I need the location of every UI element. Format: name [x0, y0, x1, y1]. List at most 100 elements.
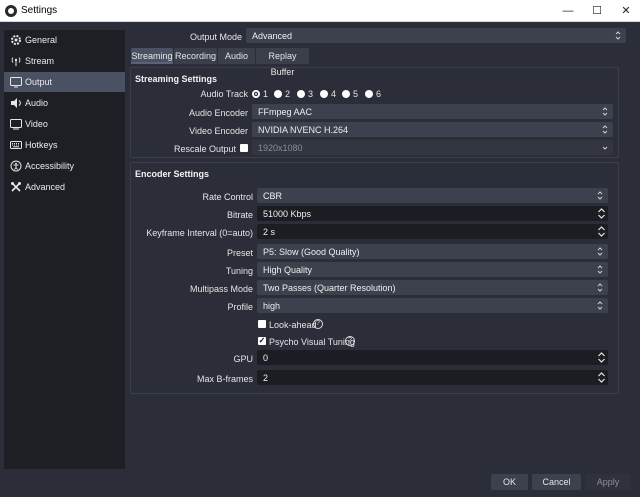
- profile-select[interactable]: high: [257, 298, 608, 313]
- tuning-label: Tuning: [225, 266, 253, 276]
- tab-streaming[interactable]: Streaming: [131, 48, 173, 64]
- close-button[interactable]: ✕: [618, 3, 634, 19]
- spin-arrows-icon[interactable]: [597, 350, 606, 365]
- output-mode-value: Advanced: [252, 31, 293, 41]
- settings-sidebar: General Stream Output Audio Video Hotkey…: [4, 30, 125, 469]
- gpu-label: GPU: [233, 354, 253, 364]
- sidebar-item-hotkeys[interactable]: Hotkeys: [4, 135, 125, 155]
- tab-replay-buffer[interactable]: Replay Buffer: [256, 48, 309, 77]
- updown-arrow-icon: [597, 191, 603, 200]
- video-monitor-icon: [10, 119, 22, 130]
- psycho-visual-tuning-label: Psycho Visual Tuning: [269, 337, 355, 347]
- audio-track-radio-4[interactable]: [320, 90, 328, 98]
- help-icon[interactable]: ?: [313, 319, 323, 329]
- audio-track-option: 1: [263, 89, 269, 99]
- sidebar-item-general[interactable]: General: [4, 30, 125, 50]
- bitrate-value: 51000 Kbps: [263, 209, 312, 219]
- audio-encoder-value: FFmpeg AAC: [258, 107, 313, 117]
- sidebar-item-video[interactable]: Video: [4, 114, 125, 134]
- look-ahead-label: Look-ahead: [269, 320, 317, 330]
- video-encoder-select[interactable]: NVIDIA NVENC H.264: [252, 122, 613, 137]
- output-mode-label: Output Mode: [189, 32, 242, 42]
- audio-encoder-select[interactable]: FFmpeg AAC: [252, 104, 613, 119]
- maximize-button[interactable]: ☐: [589, 3, 605, 19]
- preset-label: Preset: [226, 248, 253, 258]
- sidebar-item-label: Video: [25, 119, 48, 129]
- audio-track-option: 6: [376, 89, 382, 99]
- audio-track-option: 5: [353, 89, 359, 99]
- rescale-resolution-select[interactable]: 1920x1080: [252, 140, 613, 155]
- rescale-output-label: Rescale Output: [173, 144, 236, 154]
- updown-arrow-icon: [597, 265, 603, 274]
- updown-arrow-icon: [597, 283, 603, 292]
- sidebar-item-stream[interactable]: Stream: [4, 51, 125, 71]
- audio-track-option: 4: [331, 89, 337, 99]
- sidebar-item-accessibility[interactable]: Accessibility: [4, 156, 125, 176]
- chevron-down-icon: [602, 146, 608, 150]
- wrench-icon: [11, 182, 21, 192]
- window-title: Settings: [21, 5, 58, 16]
- audio-track-radio-1[interactable]: [252, 90, 260, 98]
- updown-arrow-icon: [597, 247, 603, 256]
- monitor-output-icon: [10, 77, 22, 88]
- profile-label: Profile: [227, 302, 253, 312]
- keyboard-icon: [10, 141, 22, 149]
- streaming-settings-title: Streaming Settings: [135, 74, 218, 84]
- preset-value: P5: Slow (Good Quality): [263, 247, 360, 257]
- bitrate-spinbox[interactable]: 51000 Kbps: [257, 206, 608, 221]
- audio-track-radio-3[interactable]: [297, 90, 305, 98]
- apply-button[interactable]: Apply: [585, 474, 631, 490]
- audio-track-option: 3: [308, 89, 314, 99]
- spin-arrows-icon[interactable]: [597, 370, 606, 385]
- minimize-button[interactable]: —: [560, 3, 576, 19]
- tuning-select[interactable]: High Quality: [257, 262, 608, 277]
- max-b-frames-spinbox[interactable]: 2: [257, 370, 608, 385]
- keyframe-interval-label: Keyframe Interval (0=auto): [146, 228, 253, 238]
- preset-select[interactable]: P5: Slow (Good Quality): [257, 244, 608, 259]
- tab-recording[interactable]: Recording: [174, 48, 217, 64]
- audio-track-radio-6[interactable]: [365, 90, 373, 98]
- obs-logo-icon: [5, 5, 17, 17]
- rate-control-select[interactable]: CBR: [257, 188, 608, 203]
- sidebar-item-label: Audio: [25, 98, 49, 108]
- sidebar-item-label: Hotkeys: [25, 140, 58, 150]
- output-mode-select[interactable]: Advanced: [246, 28, 626, 43]
- gpu-spinbox[interactable]: 0: [257, 350, 608, 365]
- profile-value: high: [263, 301, 281, 311]
- updown-arrow-icon: [602, 125, 608, 134]
- audio-track-radio-2[interactable]: [274, 90, 282, 98]
- look-ahead-checkbox[interactable]: [258, 320, 266, 328]
- updown-arrow-icon: [602, 107, 608, 116]
- sidebar-item-label: Advanced: [25, 182, 66, 192]
- title-bar: Settings — ☐ ✕: [0, 0, 640, 22]
- keyframe-interval-value: 2 s: [263, 227, 276, 237]
- rescale-resolution-value: 1920x1080: [258, 143, 303, 153]
- audio-track-option: 2: [285, 89, 291, 99]
- psycho-visual-tuning-checkbox[interactable]: ✓: [258, 337, 266, 345]
- accessibility-icon: [10, 160, 22, 172]
- audio-track-radio-5[interactable]: [342, 90, 350, 98]
- sidebar-item-label: Output: [25, 77, 53, 87]
- sidebar-item-label: Stream: [25, 56, 55, 66]
- max-b-frames-value: 2: [263, 373, 269, 383]
- sidebar-item-label: General: [25, 35, 58, 45]
- sidebar-item-advanced[interactable]: Advanced: [4, 177, 125, 197]
- bitrate-label: Bitrate: [226, 210, 253, 220]
- tab-audio[interactable]: Audio: [218, 48, 255, 64]
- max-b-frames-label: Max B-frames: [196, 374, 253, 384]
- spin-arrows-icon[interactable]: [597, 206, 606, 221]
- rescale-output-checkbox[interactable]: [240, 144, 248, 152]
- spin-arrows-icon[interactable]: [597, 224, 606, 239]
- help-icon[interactable]: ?: [345, 336, 355, 346]
- sidebar-item-label: Accessibility: [25, 161, 75, 171]
- updown-arrow-icon: [597, 301, 603, 310]
- sidebar-item-audio[interactable]: Audio: [4, 93, 125, 113]
- keyframe-interval-spinbox[interactable]: 2 s: [257, 224, 608, 239]
- video-encoder-value: NVIDIA NVENC H.264: [258, 125, 349, 135]
- ok-button[interactable]: OK: [491, 474, 528, 490]
- tuning-value: High Quality: [263, 265, 313, 275]
- cancel-button[interactable]: Cancel: [532, 474, 581, 490]
- sidebar-item-output[interactable]: Output: [4, 72, 125, 92]
- multipass-mode-select[interactable]: Two Passes (Quarter Resolution): [257, 280, 608, 295]
- encoder-settings-title: Encoder Settings: [135, 169, 210, 179]
